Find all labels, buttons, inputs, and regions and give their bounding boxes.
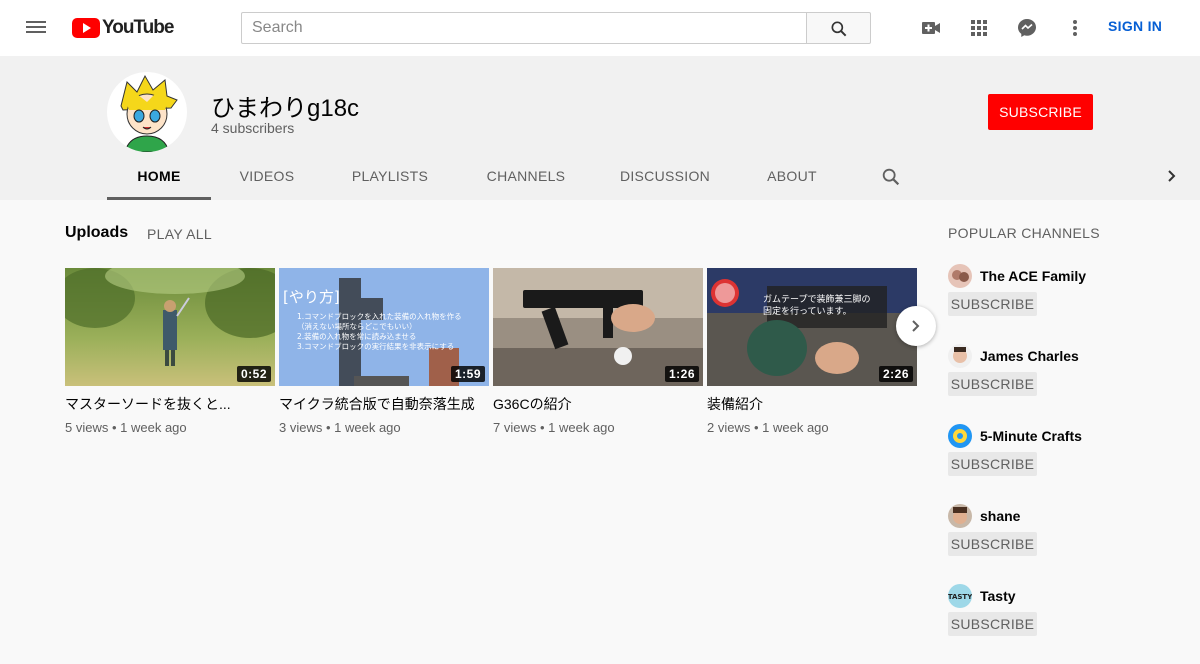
popular-channel-name[interactable]: shane (980, 508, 1020, 524)
video-title[interactable]: 装備紹介 (707, 396, 917, 412)
video-views: 5 views (65, 420, 109, 435)
channel-avatar[interactable] (948, 424, 972, 448)
popular-channel-item: James Charles SUBSCRIBE (948, 344, 1168, 424)
chevron-right-icon (912, 320, 920, 332)
subscribe-button[interactable]: SUBSCRIBE (948, 372, 1037, 396)
subscribe-button[interactable]: SUBSCRIBE (948, 612, 1037, 636)
video-views: 3 views (279, 420, 323, 435)
subscribe-button[interactable]: SUBSCRIBE (988, 94, 1093, 130)
thumb-text: 1.コマンドブロックを入れた装備の入れ物を作る (297, 311, 462, 321)
tab-home[interactable]: HOME (107, 154, 211, 200)
video-duration: 1:26 (664, 366, 699, 382)
video-title[interactable]: G36Cの紹介 (493, 396, 703, 412)
video-views: 2 views (707, 420, 751, 435)
popular-channels-heading: POPULAR CHANNELS (948, 225, 1100, 241)
search-input[interactable]: Search (241, 12, 807, 44)
video-meta: 3 views • 1 week ago (279, 420, 401, 435)
popular-channel-item: TASTY Tasty SUBSCRIBE (948, 584, 1168, 664)
video-card[interactable]: [やり方] 1.コマンドブロックを入れた装備の入れ物を作る （消えない場所ならど… (279, 268, 489, 435)
video-thumbnail[interactable]: 0:52 (65, 268, 275, 386)
thumb-text: [やり方] (283, 288, 340, 306)
youtube-logo[interactable]: YouTube (72, 17, 174, 39)
channel-avatar[interactable] (107, 72, 187, 152)
video-thumbnail[interactable]: ガムテープで装飾兼三脚の 固定を行っています。 2:26 (707, 268, 917, 386)
uploads-heading[interactable]: Uploads (65, 224, 128, 242)
play-all-button[interactable]: PLAY ALL (147, 226, 212, 242)
popular-channel-name[interactable]: 5-Minute Crafts (980, 428, 1082, 444)
popular-channel-item: 5-Minute Crafts SUBSCRIBE (948, 424, 1168, 504)
tasty-avatar-text: TASTY (948, 593, 972, 601)
search-button[interactable] (806, 12, 871, 44)
shelf-next-button[interactable] (896, 306, 936, 346)
tab-videos[interactable]: VIDEOS (227, 154, 307, 200)
channel-name: ひまわりg18c (211, 95, 360, 122)
popular-channel-item: The ACE Family SUBSCRIBE (948, 264, 1168, 344)
video-meta: 2 views • 1 week ago (707, 420, 829, 435)
channel-avatar[interactable]: TASTY (948, 584, 972, 608)
video-title[interactable]: マスターソードを抜くと... (65, 396, 275, 412)
video-age: 1 week ago (548, 420, 615, 435)
apps-grid-icon[interactable] (967, 16, 991, 40)
more-options-icon[interactable] (1063, 16, 1087, 40)
video-meta: 7 views • 1 week ago (493, 420, 615, 435)
hamburger-menu-icon[interactable] (24, 18, 48, 38)
video-views: 7 views (493, 420, 537, 435)
logo-text: YouTube (102, 17, 174, 38)
sign-in-button[interactable]: SIGN IN (1108, 18, 1162, 34)
video-duration: 0:52 (236, 366, 271, 382)
popular-channel-name[interactable]: James Charles (980, 348, 1079, 364)
popular-channel-name[interactable]: The ACE Family (980, 268, 1086, 284)
channel-avatar[interactable] (948, 504, 972, 528)
video-title[interactable]: マイクラ統合版で自動奈落生成 (279, 396, 489, 412)
subscribe-button[interactable]: SUBSCRIBE (948, 452, 1037, 476)
video-age: 1 week ago (334, 420, 401, 435)
masthead: YouTube Search SIGN IN (0, 0, 1200, 56)
subscribe-button[interactable]: SUBSCRIBE (948, 532, 1037, 556)
tabs-chevron-right-icon[interactable] (1164, 168, 1180, 189)
youtube-play-icon (72, 18, 100, 38)
video-camera-icon[interactable] (919, 16, 943, 40)
video-meta: 5 views • 1 week ago (65, 420, 187, 435)
channel-search-icon[interactable] (880, 166, 902, 193)
subscribe-button[interactable]: SUBSCRIBE (948, 292, 1037, 316)
subscriber-count: 4 subscribers (211, 120, 295, 136)
popular-channel-name[interactable]: Tasty (980, 588, 1016, 604)
video-card[interactable]: 0:52 マスターソードを抜くと... 5 views • 1 week ago (65, 268, 275, 435)
popular-channel-item: shane SUBSCRIBE (948, 504, 1168, 584)
video-duration: 2:26 (878, 366, 913, 382)
channel-avatar[interactable] (948, 344, 972, 368)
thumb-text: 2.装備の入れ物を常に読み込ませる (297, 331, 416, 341)
thumb-text: 3.コマンドブロックの実行結果を非表示にする (297, 341, 454, 351)
video-thumbnail[interactable]: [やり方] 1.コマンドブロックを入れた装備の入れ物を作る （消えない場所ならど… (279, 268, 489, 386)
thumb-text: 固定を行っています。 (763, 305, 852, 317)
tab-channels[interactable]: CHANNELS (473, 154, 579, 200)
video-card[interactable]: ガムテープで装飾兼三脚の 固定を行っています。 2:26 装備紹介 2 view… (707, 268, 917, 435)
search-icon (831, 21, 847, 37)
messages-icon[interactable] (1015, 16, 1039, 40)
tab-playlists[interactable]: PLAYLISTS (339, 154, 441, 200)
video-age: 1 week ago (762, 420, 829, 435)
channel-header: ひまわりg18c 4 subscribers SUBSCRIBE HOME VI… (0, 56, 1200, 200)
video-thumbnail[interactable]: 1:26 (493, 268, 703, 386)
video-duration: 1:59 (450, 366, 485, 382)
tab-discussion[interactable]: DISCUSSION (611, 154, 719, 200)
channel-avatar[interactable] (948, 264, 972, 288)
thumb-text: ガムテープで装飾兼三脚の (763, 293, 870, 305)
tab-about[interactable]: ABOUT (755, 154, 829, 200)
video-card[interactable]: 1:26 G36Cの紹介 7 views • 1 week ago (493, 268, 703, 435)
video-age: 1 week ago (120, 420, 187, 435)
thumb-text: （消えない場所ならどこでもいい） (297, 321, 417, 331)
